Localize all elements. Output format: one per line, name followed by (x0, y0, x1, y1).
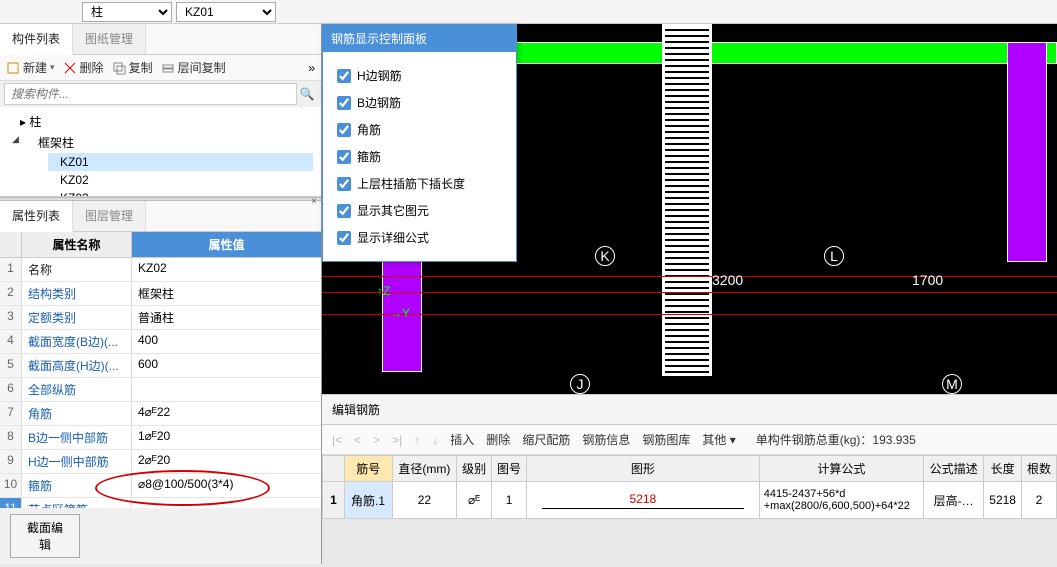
new-icon (6, 61, 20, 75)
panel-checkbox-item[interactable]: 箍筋 (337, 143, 502, 170)
prop-row[interactable]: 6全部纵筋 (0, 378, 321, 402)
tab-layers[interactable]: 图层管理 (73, 201, 146, 231)
nav-next-icon[interactable]: > (373, 433, 380, 447)
axis-z-label: ↑Z (377, 284, 390, 298)
rebar-column (662, 24, 712, 376)
dimension-2: 1700 (912, 272, 943, 288)
more-icon[interactable]: » (308, 61, 315, 75)
floor-copy-button[interactable]: 层间复制 (161, 59, 226, 76)
component-tree[interactable]: ▸ 柱 框架柱 KZ01 KZ02 KZ03 (0, 107, 321, 197)
type-dropdown[interactable]: 柱 (82, 2, 172, 22)
panel-checkbox-item[interactable]: 显示其它图元 (337, 197, 502, 224)
prop-row[interactable]: 9H边一侧中部筋2⌀ᴱ20 (0, 450, 321, 474)
arrow-up-icon[interactable]: ↑ (414, 433, 420, 447)
col-desc: 公式描述 (923, 456, 983, 482)
editor-title: 编辑钢筋 (322, 394, 1057, 425)
col-formula: 计算公式 (759, 456, 923, 482)
checkbox[interactable] (337, 204, 351, 218)
nav-first-icon[interactable]: |< (332, 433, 342, 447)
prop-row[interactable]: 11节点区箍筋 (0, 498, 321, 508)
tab-props[interactable]: 属性列表 (0, 201, 73, 232)
checkbox[interactable] (337, 69, 351, 83)
axis-y-label: →Y (390, 306, 410, 320)
panel-checkbox-item[interactable]: H边钢筋 (337, 62, 502, 89)
prop-header-name: 属性名称 (22, 232, 132, 257)
col-shape: 图形 (527, 456, 760, 482)
weight-summary: 单构件钢筋总重(kg)：193.935 (756, 431, 916, 448)
panel-checkbox-item[interactable]: 角筋 (337, 116, 502, 143)
node-m: M (942, 374, 962, 394)
col-name: 筋号 (345, 456, 393, 482)
checkbox[interactable] (337, 96, 351, 110)
copy-button[interactable]: 复制 (112, 59, 153, 76)
node-l: L (824, 246, 844, 266)
dimension-1: 3200 (712, 272, 743, 288)
arrow-down-icon[interactable]: ↓ (432, 433, 438, 447)
info-button[interactable]: 钢筋信息 (582, 431, 630, 448)
col-dia: 直径(mm) (392, 456, 457, 482)
panel-title: 钢筋显示控制面板 (323, 25, 516, 52)
col-grade: 级别 (457, 456, 492, 482)
panel-divider[interactable]: × (0, 197, 321, 201)
grid-line (322, 292, 1057, 293)
panel-checkbox-item[interactable]: 显示详细公式 (337, 224, 502, 251)
search-input[interactable] (4, 83, 297, 105)
name-dropdown[interactable]: KZ01 (176, 2, 276, 22)
search-icon[interactable]: 🔍 (297, 87, 317, 101)
rebar-table[interactable]: 筋号 直径(mm) 级别 图号 图形 计算公式 公式描述 长度 根数 1 角筋.… (322, 455, 1057, 519)
property-table[interactable]: 属性名称 属性值 1名称KZ022结构类别框架柱3定额类别普通柱4截面宽度(B边… (0, 232, 321, 508)
delete-icon (63, 61, 77, 75)
section-edit-button[interactable]: 截面编辑 (10, 514, 80, 558)
delete-button[interactable]: 删除 (63, 59, 104, 76)
prop-header-value: 属性值 (132, 232, 321, 257)
node-j: J (570, 374, 590, 394)
prop-row[interactable]: 3定额类别普通柱 (0, 306, 321, 330)
checkbox[interactable] (337, 123, 351, 137)
tree-item-kz01[interactable]: KZ01 (48, 153, 313, 171)
insert-button[interactable]: 插入 (450, 431, 474, 448)
prop-row[interactable]: 1名称KZ02 (0, 258, 321, 282)
tree-type[interactable]: 框架柱 (26, 132, 313, 153)
rebar-row[interactable]: 1 角筋.1 22 ⌀ᴱ 1 5218 4415-2437+56*d +max(… (323, 482, 1057, 519)
delete-rebar-button[interactable]: 删除 (486, 431, 510, 448)
prop-row[interactable]: 8B边一侧中部筋1⌀ᴱ20 (0, 426, 321, 450)
grid-line (322, 276, 1057, 277)
checkbox[interactable] (337, 150, 351, 164)
panel-checkbox-item[interactable]: 上层柱插筋下插长度 (337, 170, 502, 197)
panel-checkbox-item[interactable]: B边钢筋 (337, 89, 502, 116)
other-button[interactable]: 其他 ▾ (702, 431, 735, 448)
scale-button[interactable]: 缩尺配筋 (522, 431, 570, 448)
prop-row[interactable]: 2结构类别框架柱 (0, 282, 321, 306)
tree-item-kz03[interactable]: KZ03 (48, 189, 313, 197)
prop-row[interactable]: 7角筋4⌀ᴱ22 (0, 402, 321, 426)
rebar-display-panel[interactable]: 钢筋显示控制面板 H边钢筋B边钢筋角筋箍筋上层柱插筋下插长度显示其它图元显示详细… (322, 24, 517, 262)
checkbox[interactable] (337, 231, 351, 245)
col-count: 根数 (1022, 456, 1057, 482)
prop-row[interactable]: 10箍筋⌀8@100/500(3*4) (0, 474, 321, 498)
nav-last-icon[interactable]: >| (392, 433, 402, 447)
column-element-right (1007, 42, 1047, 262)
checkbox[interactable] (337, 177, 351, 191)
floor-copy-icon (161, 61, 175, 75)
copy-icon (112, 61, 126, 75)
prop-row[interactable]: 5截面高度(H边)(...600 (0, 354, 321, 378)
tab-drawings[interactable]: 图纸管理 (73, 24, 146, 54)
col-drawing: 图号 (492, 456, 527, 482)
prop-row[interactable]: 4截面宽度(B边)(...400 (0, 330, 321, 354)
lib-button[interactable]: 钢筋图库 (642, 431, 690, 448)
col-len: 长度 (984, 456, 1022, 482)
tree-item-kz02[interactable]: KZ02 (48, 171, 313, 189)
tree-root[interactable]: ▸ 柱 (8, 111, 313, 132)
grid-line (322, 314, 1057, 315)
nav-prev-icon[interactable]: < (354, 433, 361, 447)
tab-components[interactable]: 构件列表 (0, 24, 73, 55)
node-k: K (595, 246, 615, 266)
new-button[interactable]: 新建▾ (6, 59, 55, 76)
